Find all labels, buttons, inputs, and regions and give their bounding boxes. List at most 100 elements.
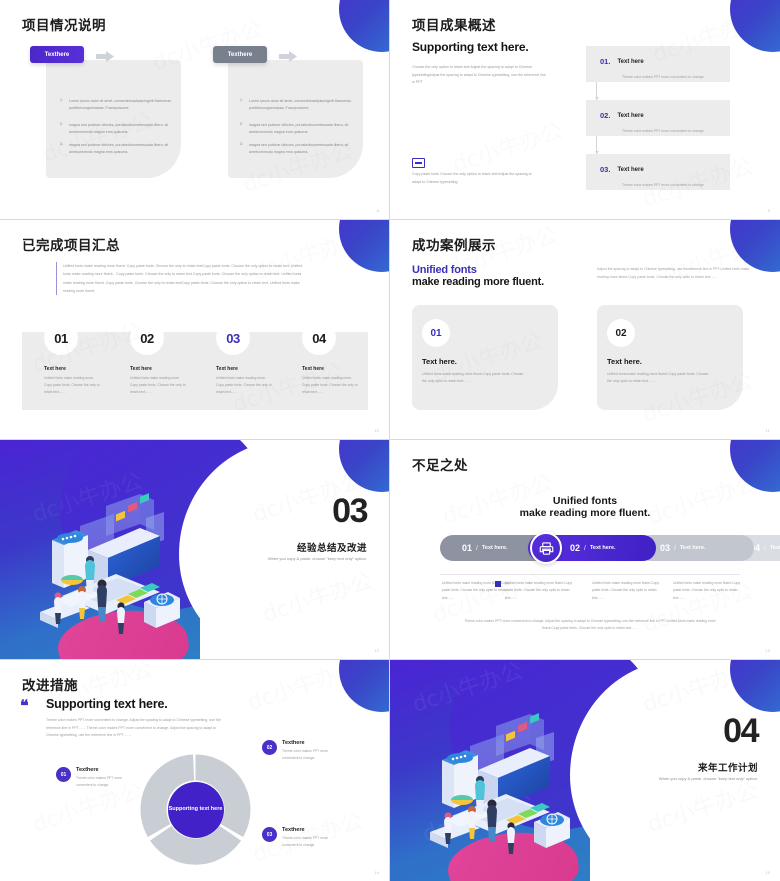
page-title: 已完成项目汇总 [22, 238, 120, 253]
step-number: 03. [600, 165, 611, 175]
page-number: 14 [374, 870, 379, 875]
step-card-03[interactable]: 03. Text here Theme color makes PPT more … [586, 154, 730, 190]
heading-line-1: Unified fonts [412, 264, 477, 276]
section-number: 03 [332, 492, 368, 530]
step-desc: Theme color makes PPT more convenient to… [622, 183, 705, 187]
column-number: 03 [226, 330, 240, 346]
column-desc: Unified fonts make reading more. Copy pa… [44, 376, 100, 395]
pill-label: Text here. [481, 545, 508, 551]
printer-icon[interactable] [530, 532, 562, 564]
tag-label: Texthere [44, 51, 70, 58]
legend-title: Texthere [282, 740, 305, 746]
section-subtitle: 经验总结及改进 [296, 543, 367, 554]
quote-mark-icon: ❝ [20, 696, 29, 715]
case-number: 02 [615, 327, 627, 339]
connector-line [594, 82, 599, 100]
tag-label: Texthere [227, 51, 253, 58]
page-number: 11 [765, 428, 770, 433]
column-desc: Unified fonts make reading more. Copy pa… [130, 376, 186, 395]
pill-label: Text here. [589, 545, 616, 551]
isometric-workspace-illustration [28, 488, 193, 638]
list-item: 1. Lorem ipsum dolor sit amet, consectet… [240, 98, 352, 110]
supporting-text-block: Supporting text here. Choose the only op… [412, 40, 547, 87]
page-title: 项目成果概述 [412, 18, 496, 33]
supporting-heading: Supporting text here. [412, 40, 529, 54]
case-card-02[interactable]: 02 Text here. Unified fonts make reading… [597, 305, 743, 410]
tag-button-left[interactable]: Texthere [30, 46, 84, 63]
pill-label: Text here. [679, 545, 706, 551]
list-item: 3. magna sed pulvinar ultricies, purusle… [240, 142, 349, 154]
slide-section-03[interactable]: 03 经验总结及改进 When you copy & paste, choose… [0, 440, 390, 660]
number-bubble: 03 [216, 321, 250, 355]
detail-col-02: Unified fonts make reading more fluent.C… [505, 581, 573, 600]
legend-item-01: 01 Texthere Theme color makes PPT more c… [56, 767, 138, 789]
number-bubble: 01 [44, 321, 78, 355]
column-desc: Unified fonts make reading more. Copy pa… [216, 376, 272, 395]
column-number: 02 [140, 330, 154, 346]
number-bubble: 04 [302, 321, 336, 355]
footer-note: Theme color makes PPT more convenient to… [464, 619, 716, 631]
page-number: 13 [765, 648, 770, 653]
legend-item-02: 02 Texthere Theme color makes PPT more c… [262, 740, 344, 762]
legend-number: 02 [262, 740, 277, 755]
legend-desc: Theme color makes PPT more convenient to… [76, 776, 122, 787]
case-card-01[interactable]: 01 Text here. Unified fonts make reading… [412, 305, 558, 410]
slide-results-summary[interactable]: dc小牛办公 dc小牛办公 dc小牛办公 项目成果概述 Supporting t… [390, 0, 780, 220]
page-number: 9 [767, 208, 770, 213]
case-title: Text here. [422, 357, 457, 366]
page-number: 12 [374, 648, 379, 653]
slide-project-overview[interactable]: dc小牛办公 dc小牛办公 dc小牛办公 项目情况说明 Texthere 1. … [0, 0, 390, 220]
step-title: Text here [617, 166, 644, 173]
page-number: 15 [765, 870, 770, 875]
case-desc: Unified fonts make reading more fluent.C… [422, 372, 524, 384]
step-number: 01. [600, 57, 611, 67]
column-heading: Text here [302, 366, 324, 372]
step-card-01[interactable]: 01. Text here Theme color makes PPT more … [586, 46, 730, 82]
corner-decoration [339, 660, 389, 712]
page-title: 不足之处 [412, 458, 468, 473]
pill-separator: / [584, 544, 586, 552]
page-title: 项目情况说明 [22, 18, 106, 33]
section-english-note: When you copy & paste, choose "keep text… [267, 556, 367, 561]
legend-desc: Theme color makes PPT more convenient to… [282, 836, 328, 847]
footnote: Copy paste fonts Choose the only option … [412, 172, 532, 184]
number-circle: 01 [422, 319, 450, 347]
legend-number: 01 [56, 767, 71, 782]
step-desc: Theme color makes PPT more convenient to… [622, 75, 705, 79]
column-heading: Text here [216, 366, 238, 372]
donut-center-label: Supporting text here [167, 781, 224, 838]
slide-improvements[interactable]: dc小牛办公 dc小牛办公 dc小牛办公 dc小牛办公 改进措施 ❝ Suppo… [0, 660, 390, 881]
pill-number: 02 [570, 543, 581, 553]
case-desc: Unified fonts make reading more fluent.C… [607, 372, 709, 384]
page-title: 改进措施 [22, 678, 78, 693]
list-item: 2. magna sed pulvinar ultricies, purusle… [60, 122, 169, 134]
pill-separator: / [476, 544, 478, 552]
corner-decoration [730, 220, 780, 272]
pill-nav: 01 / Text here. 02 / Text here. 03 / Tex… [440, 532, 780, 564]
tag-button-right[interactable]: Texthere [213, 46, 267, 63]
donut-chart: Supporting text here [138, 752, 253, 867]
step-card-02[interactable]: 02. Text here Theme color makes PPT more … [586, 100, 730, 136]
case-number: 01 [430, 327, 442, 339]
arrow-right-icon [279, 49, 297, 62]
slide-completed-projects[interactable]: dc小牛办公 dc小牛办公 dc小牛办公 已完成项目汇总 Unified fon… [0, 220, 390, 440]
slide-success-cases[interactable]: dc小牛办公 dc小牛办公 dc小牛办公 dc小牛办公 成功案例展示 Unifi… [390, 220, 780, 440]
detail-col-04: Unified fonts make reading more fluent.C… [673, 581, 741, 600]
slide-thumbnail-grid: dc小牛办公 dc小牛办公 dc小牛办公 项目情况说明 Texthere 1. … [0, 0, 780, 881]
slide-section-04[interactable]: 04 来年工作计划 When you copy & paste, choose … [390, 660, 780, 881]
number-circle: 02 [607, 319, 635, 347]
slide-shortcomings[interactable]: dc小牛办公 dc小牛办公 dc小牛办公 dc小牛办公 不足之处 Unified… [390, 440, 780, 660]
pill-separator: / [764, 544, 766, 552]
isometric-workspace-illustration [418, 708, 583, 858]
intro-paragraph: Unified fonts make reading more fluent. … [56, 262, 306, 296]
case-title: Text here. [607, 357, 642, 366]
content-panel-right [228, 60, 363, 178]
number-bubble: 02 [130, 321, 164, 355]
step-title: Text here [617, 112, 644, 119]
legend-title: Texthere [76, 767, 99, 773]
case-note: Adjust the spacing to adapt to Chinese t… [597, 267, 750, 279]
content-panel-left [46, 60, 181, 178]
step-title: Text here [617, 58, 644, 65]
column-heading: Text here [44, 366, 66, 372]
corner-decoration [730, 440, 780, 492]
